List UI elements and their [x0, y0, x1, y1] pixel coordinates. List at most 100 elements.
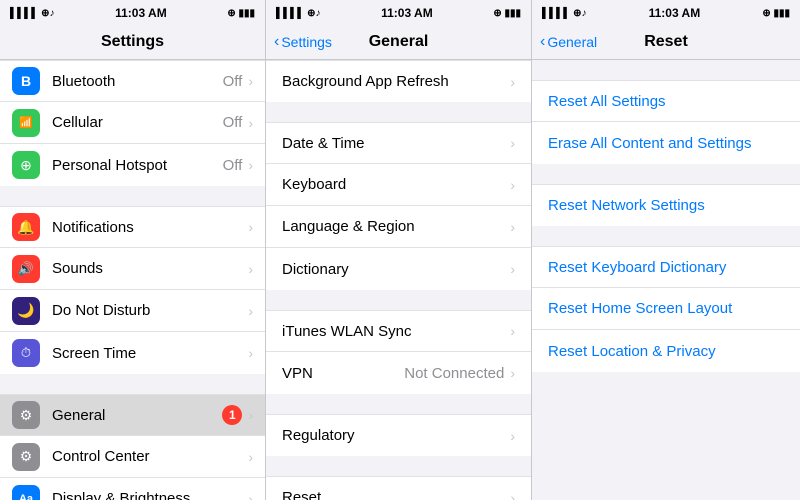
vpn-label: VPN — [282, 365, 404, 382]
nav-title-2: General — [369, 33, 429, 51]
row-reset-homescreen[interactable]: Reset Home Screen Layout — [532, 288, 800, 330]
section-reset-network: Reset Network Settings — [532, 184, 800, 226]
reset-homescreen-label: Reset Home Screen Layout — [548, 300, 732, 317]
controlcenter-chevron: › — [248, 449, 253, 465]
bluetooth-chevron: › — [248, 73, 253, 89]
background-refresh-label: Background App Refresh — [282, 73, 510, 90]
regulatory-label: Regulatory — [282, 427, 510, 444]
row-reset-keyboard[interactable]: Reset Keyboard Dictionary — [532, 246, 800, 288]
screentime-chevron: › — [248, 345, 253, 361]
row-bluetooth[interactable]: B Bluetooth Off › — [0, 60, 265, 102]
row-regulatory[interactable]: Regulatory › — [266, 414, 531, 456]
time-3: 11:03 AM — [649, 6, 701, 20]
dnd-label: Do Not Disturb — [52, 302, 248, 319]
row-display[interactable]: Aa Display & Brightness › — [0, 478, 265, 500]
general-panel: ▌▌▌▌ ⊕♪ 11:03 AM ⊕ ▮▮▮ ‹ Settings Genera… — [266, 0, 532, 500]
cellular-label: Cellular — [52, 114, 223, 131]
sep-r1 — [532, 164, 800, 184]
bluetooth-value: Off — [223, 73, 243, 90]
settings-list-1[interactable]: B Bluetooth Off › 📶 Cellular Off › ⊕ Per… — [0, 60, 265, 500]
display-label: Display & Brightness — [52, 490, 248, 500]
sep-g1 — [266, 102, 531, 122]
section-reset-misc: Reset Keyboard Dictionary Reset Home Scr… — [532, 246, 800, 372]
section-general: ⚙ General 1 › ⚙ Control Center › Aa Disp… — [0, 394, 265, 500]
cellular-value: Off — [223, 114, 243, 131]
time-1: 11:03 AM — [115, 6, 167, 20]
reset-panel: ▌▌▌▌ ⊕♪ 11:03 AM ⊕ ▮▮▮ ‹ General Reset R… — [532, 0, 800, 500]
cellular-icon: 📶 — [12, 109, 40, 137]
row-donotdisturb[interactable]: 🌙 Do Not Disturb › — [0, 290, 265, 332]
row-general[interactable]: ⚙ General 1 › — [0, 394, 265, 436]
sep-1 — [0, 186, 265, 206]
row-cellular[interactable]: 📶 Cellular Off › — [0, 102, 265, 144]
hotspot-chevron: › — [248, 157, 253, 173]
status-icons-1: ⊕ ▮▮▮ — [227, 8, 255, 19]
language-chevron: › — [510, 219, 515, 235]
row-datetime[interactable]: Date & Time › — [266, 122, 531, 164]
sounds-icon: 🔊 — [12, 255, 40, 283]
nav-bar-1: Settings — [0, 24, 265, 60]
row-sounds[interactable]: 🔊 Sounds › — [0, 248, 265, 290]
reset-network-label: Reset Network Settings — [548, 197, 705, 214]
general-badge: 1 — [222, 405, 242, 425]
reset-list[interactable]: Reset All Settings Erase All Content and… — [532, 60, 800, 500]
section-reset: Reset › — [266, 476, 531, 500]
bluetooth-label: Bluetooth — [52, 73, 223, 90]
row-reset-location[interactable]: Reset Location & Privacy — [532, 330, 800, 372]
sep-g2 — [266, 290, 531, 310]
section-regulatory: Regulatory › — [266, 414, 531, 456]
cellular-chevron: › — [248, 115, 253, 131]
section-notifications: 🔔 Notifications › 🔊 Sounds › 🌙 Do Not Di… — [0, 206, 265, 374]
language-label: Language & Region — [282, 218, 510, 235]
row-hotspot[interactable]: ⊕ Personal Hotspot Off › — [0, 144, 265, 186]
nav-title-3: Reset — [644, 33, 688, 51]
back-to-general[interactable]: ‹ General — [540, 33, 597, 51]
itunes-chevron: › — [510, 323, 515, 339]
vpn-value: Not Connected — [404, 365, 504, 382]
general-chevron: › — [248, 407, 253, 423]
back-chevron-2: ‹ — [274, 33, 279, 51]
settings-panel: ▌▌▌▌ ⊕♪ 11:03 AM ⊕ ▮▮▮ Settings B Blueto… — [0, 0, 266, 500]
erase-all-label: Erase All Content and Settings — [548, 135, 751, 152]
row-notifications[interactable]: 🔔 Notifications › — [0, 206, 265, 248]
nav-bar-2: ‹ Settings General — [266, 24, 531, 60]
row-reset-network[interactable]: Reset Network Settings — [532, 184, 800, 226]
dictionary-label: Dictionary — [282, 261, 510, 278]
row-itunes[interactable]: iTunes WLAN Sync › — [266, 310, 531, 352]
row-reset-all-settings[interactable]: Reset All Settings — [532, 80, 800, 122]
status-bar-3: ▌▌▌▌ ⊕♪ 11:03 AM ⊕ ▮▮▮ — [532, 0, 800, 24]
nav-title-1: Settings — [101, 33, 164, 51]
dictionary-chevron: › — [510, 261, 515, 277]
row-screentime[interactable]: ⏱ Screen Time › — [0, 332, 265, 374]
notifications-icon: 🔔 — [12, 213, 40, 241]
row-vpn[interactable]: VPN Not Connected › — [266, 352, 531, 394]
general-list[interactable]: Background App Refresh › Date & Time › K… — [266, 60, 531, 500]
row-erase-all[interactable]: Erase All Content and Settings — [532, 122, 800, 164]
display-icon: Aa — [12, 485, 40, 500]
reset-keyboard-label: Reset Keyboard Dictionary — [548, 259, 726, 276]
row-background-refresh[interactable]: Background App Refresh › — [266, 60, 531, 102]
general-icon: ⚙ — [12, 401, 40, 429]
back-label-2: Settings — [281, 34, 332, 50]
vpn-chevron: › — [510, 365, 515, 381]
general-label: General — [52, 407, 222, 424]
sounds-label: Sounds — [52, 260, 248, 277]
row-controlcenter[interactable]: ⚙ Control Center › — [0, 436, 265, 478]
back-to-settings[interactable]: ‹ Settings — [274, 33, 332, 51]
nav-bar-3: ‹ General Reset — [532, 24, 800, 60]
status-bar-1: ▌▌▌▌ ⊕♪ 11:03 AM ⊕ ▮▮▮ — [0, 0, 265, 24]
row-reset[interactable]: Reset › — [266, 476, 531, 500]
sounds-chevron: › — [248, 261, 253, 277]
signal-left-3: ▌▌▌▌ ⊕♪ — [542, 8, 587, 19]
screentime-icon: ⏱ — [12, 339, 40, 367]
row-keyboard[interactable]: Keyboard › — [266, 164, 531, 206]
signal-left: ▌▌▌▌ ⊕♪ — [10, 8, 55, 19]
screentime-label: Screen Time — [52, 345, 248, 362]
dnd-icon: 🌙 — [12, 297, 40, 325]
display-chevron: › — [248, 491, 253, 500]
itunes-label: iTunes WLAN Sync — [282, 323, 510, 340]
row-language[interactable]: Language & Region › — [266, 206, 531, 248]
reset-all-settings-label: Reset All Settings — [548, 93, 666, 110]
row-dictionary[interactable]: Dictionary › — [266, 248, 531, 290]
regulatory-chevron: › — [510, 428, 515, 444]
